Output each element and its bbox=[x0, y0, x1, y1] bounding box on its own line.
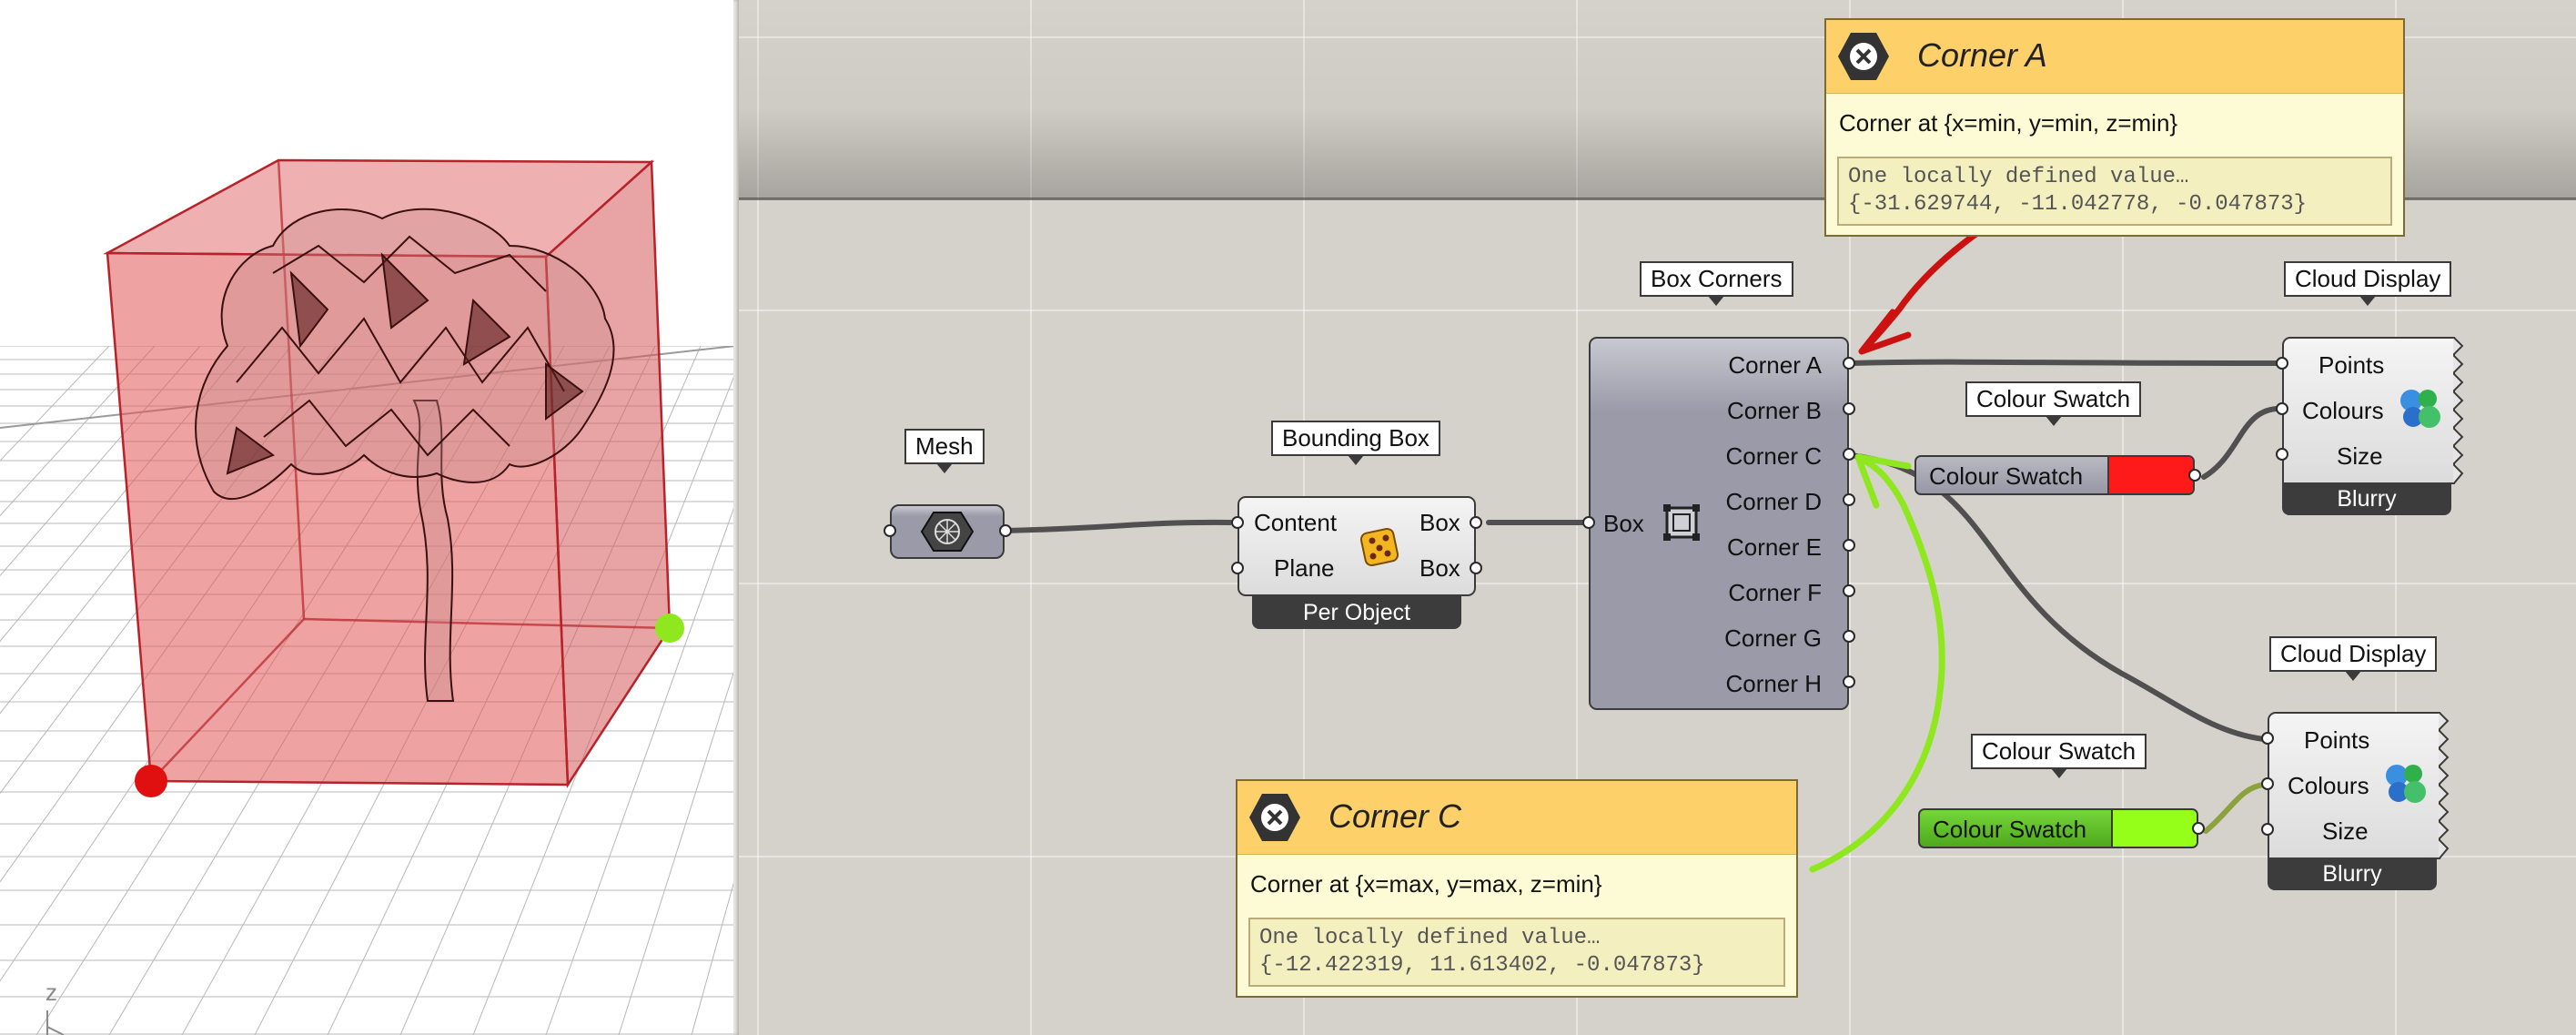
close-icon[interactable] bbox=[1248, 792, 1301, 843]
corners-grip-f[interactable] bbox=[1843, 584, 1855, 597]
zigzag-edge bbox=[2439, 712, 2450, 859]
cloud2-input-points: Points bbox=[2304, 726, 2370, 754]
corners-grip-h[interactable] bbox=[1843, 675, 1855, 688]
z-axis-label: z bbox=[45, 979, 57, 1006]
cloud2-grip-points[interactable] bbox=[2261, 732, 2274, 745]
bbox-output-box-2: Box bbox=[1419, 554, 1460, 582]
mesh-tag: Mesh bbox=[904, 429, 985, 473]
dice-icon bbox=[1359, 527, 1399, 567]
bbox-input-content: Content bbox=[1254, 509, 1338, 536]
corners-output-a: Corner A bbox=[1728, 351, 1822, 379]
cloud2-grip-size[interactable] bbox=[2261, 823, 2274, 836]
corners-output-b: Corner B bbox=[1726, 397, 1822, 424]
tooltip-corner-a-title: Corner A bbox=[1917, 36, 2047, 74]
mesh-input-grip[interactable] bbox=[884, 524, 896, 537]
cloud1-footer[interactable]: Blurry bbox=[2282, 482, 2451, 515]
tooltip-corner-a-value-line2: {-31.629744, -11.042778, -0.047873} bbox=[1848, 192, 2308, 217]
mesh-param[interactable] bbox=[890, 504, 1005, 559]
bbox-output-box: Box bbox=[1419, 509, 1460, 536]
bbox-grip-box-2[interactable] bbox=[1470, 562, 1482, 574]
colour-swatch-green-tag: Colour Swatch bbox=[1971, 734, 2147, 778]
red-swatch-color[interactable] bbox=[2107, 457, 2193, 493]
cloud-display-2-tag: Cloud Display bbox=[2269, 636, 2438, 681]
box-corners-tag: Box Corners bbox=[1640, 261, 1793, 306]
cloud1-input-colours: Colours bbox=[2302, 397, 2384, 424]
corner-c-point bbox=[655, 614, 684, 643]
cloud1-grip-points[interactable] bbox=[2276, 357, 2288, 370]
colour-swatch-red-grip[interactable] bbox=[2188, 469, 2201, 482]
mesh-icon bbox=[920, 512, 975, 552]
tooltip-corner-c-title: Corner C bbox=[1328, 797, 1462, 835]
green-swatch-color[interactable] bbox=[2111, 810, 2197, 847]
corners-grip-b[interactable] bbox=[1843, 402, 1855, 415]
colour-swatch-green-label: Colour Swatch bbox=[1933, 816, 2087, 843]
rhino-viewport[interactable]: z bbox=[0, 0, 735, 1035]
box-corners-component[interactable]: Box Corner A Corner B Corner C Corner D … bbox=[1589, 337, 1849, 710]
tooltip-corner-a-description: Corner at {x=min, y=min, z=min} bbox=[1839, 109, 2178, 137]
wire-cornera-to-points1 bbox=[1848, 359, 2279, 366]
wire-swatch-to-colours1 bbox=[2201, 406, 2279, 480]
wire-mesh-to-bbox bbox=[1002, 519, 1233, 533]
cloud1-input-points: Points bbox=[2318, 351, 2385, 379]
bbox-grip-plane[interactable] bbox=[1231, 562, 1244, 574]
corners-grip-a[interactable] bbox=[1843, 357, 1855, 370]
tooltip-corner-c-value-line2: {-12.422319, 11.613402, -0.047873} bbox=[1259, 953, 1705, 978]
corners-output-g: Corner G bbox=[1724, 624, 1822, 652]
corners-grip-box[interactable] bbox=[1582, 516, 1595, 529]
bounding-box-tag: Bounding Box bbox=[1271, 421, 1440, 465]
cloud2-grip-colours[interactable] bbox=[2261, 777, 2274, 790]
mesh-output-grip[interactable] bbox=[999, 524, 1012, 537]
tooltip-corner-c: Corner C Corner at {x=max, y=max, z=min}… bbox=[1236, 779, 1798, 998]
corners-output-d: Corner D bbox=[1725, 488, 1822, 515]
corners-grip-c[interactable] bbox=[1843, 448, 1855, 461]
corners-grip-d[interactable] bbox=[1843, 493, 1855, 506]
cloud-display-2[interactable]: Points Colours Size bbox=[2268, 712, 2450, 859]
corners-output-h: Corner H bbox=[1725, 670, 1822, 697]
colour-swatch-red-label: Colour Swatch bbox=[1929, 462, 2084, 490]
cloud-display-1-tag: Cloud Display bbox=[2284, 261, 2452, 306]
wire-swatch-to-colours2 bbox=[2203, 782, 2267, 834]
cloud2-input-size: Size bbox=[2322, 817, 2369, 845]
tooltip-corner-c-value-line1: One locally defined value… bbox=[1259, 926, 1601, 950]
tooltip-corner-c-value: One locally defined value… {-12.422319, … bbox=[1248, 918, 1785, 987]
cloud-points-icon bbox=[2400, 390, 2440, 428]
viewport-scene bbox=[0, 0, 735, 1035]
cloud2-input-colours: Colours bbox=[2288, 772, 2369, 799]
corners-grip-g[interactable] bbox=[1843, 630, 1855, 643]
cloud1-input-size: Size bbox=[2337, 442, 2383, 470]
corners-grip-e[interactable] bbox=[1843, 539, 1855, 552]
colour-swatch-red[interactable]: Colour Swatch bbox=[1914, 455, 2195, 495]
bbox-footer[interactable]: Per Object bbox=[1252, 596, 1461, 629]
zigzag-edge bbox=[2453, 337, 2464, 484]
bbox-grip-box[interactable] bbox=[1470, 516, 1482, 529]
tooltip-corner-c-description: Corner at {x=max, y=max, z=min} bbox=[1250, 870, 1602, 898]
bbox-input-plane: Plane bbox=[1274, 554, 1335, 582]
bounding-box-component[interactable]: Content Plane Box Box bbox=[1237, 496, 1476, 596]
cloud1-grip-size[interactable] bbox=[2276, 448, 2288, 461]
box-corners-icon bbox=[1663, 504, 1700, 541]
corners-output-e: Corner E bbox=[1726, 533, 1822, 561]
bbox-grip-content[interactable] bbox=[1231, 516, 1244, 529]
corners-output-c: Corner C bbox=[1725, 442, 1822, 470]
cloud1-grip-colours[interactable] bbox=[2276, 402, 2288, 415]
close-icon[interactable] bbox=[1837, 31, 1890, 82]
cloud-points-icon bbox=[2386, 765, 2426, 803]
tooltip-corner-a-value-line1: One locally defined value… bbox=[1848, 165, 2189, 189]
cloud-display-1[interactable]: Points Colours Size bbox=[2282, 337, 2464, 484]
colour-swatch-red-tag: Colour Swatch bbox=[1965, 381, 2142, 426]
corner-a-point bbox=[135, 765, 167, 797]
tooltip-corner-a-value: One locally defined value… {-31.629744, … bbox=[1837, 157, 2392, 226]
tooltip-corner-a: Corner A Corner at {x=min, y=min, z=min}… bbox=[1824, 18, 2405, 237]
colour-swatch-green-grip[interactable] bbox=[2192, 822, 2205, 835]
tooltip-corner-a-header: Corner A bbox=[1826, 20, 2403, 94]
grasshopper-canvas[interactable]: Mesh Bounding Box Content Plane Box Box … bbox=[739, 0, 2576, 1035]
tooltip-corner-c-header: Corner C bbox=[1237, 781, 1796, 855]
colour-swatch-green[interactable]: Colour Swatch bbox=[1918, 808, 2198, 848]
wire-cornerc-to-points2 bbox=[1848, 452, 2267, 742]
corners-output-f: Corner F bbox=[1728, 579, 1822, 606]
cloud2-footer[interactable]: Blurry bbox=[2268, 857, 2437, 890]
corners-input-box: Box bbox=[1603, 510, 1644, 537]
